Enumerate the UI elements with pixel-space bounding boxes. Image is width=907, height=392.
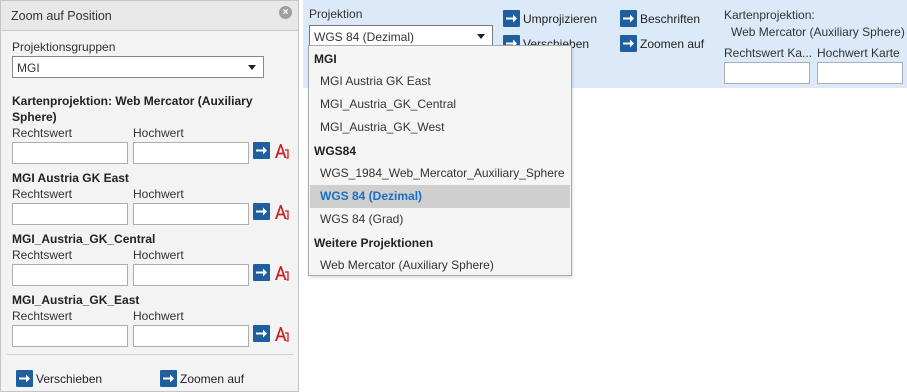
arrow-right-icon (620, 35, 637, 52)
section-title-mgi-gk-east-2: MGI_Austria_GK_East (12, 293, 140, 307)
rechtswert-label: Rechtswert (12, 248, 73, 262)
map-projection-value: Web Mercator (Auxiliary Sphere) (731, 25, 905, 39)
hochwert-karte-label: Hochwert Karte (817, 46, 900, 60)
dropdown-option[interactable]: MGI_Austria_GK_West (310, 116, 570, 139)
move-button[interactable]: Verschieben (16, 370, 116, 388)
zoom-to-button-label: Zoomen auf (180, 372, 245, 386)
rechtswert-input[interactable] (12, 325, 128, 347)
label-icon[interactable] (273, 142, 291, 160)
projection-groups-value: MGI (17, 61, 40, 75)
projection-select[interactable]: WGS 84 (Dezimal) (309, 25, 493, 47)
arrow-right-icon (620, 10, 637, 27)
dropdown-option[interactable]: MGI Austria GK East (310, 70, 570, 93)
zoom-to-button[interactable]: Zoomen auf (620, 35, 710, 53)
divider (7, 354, 293, 355)
section-title-web-mercator-cont: Sphere) (12, 110, 57, 124)
label-button[interactable]: Beschriften (620, 10, 710, 28)
dropdown-option[interactable]: WGS_1984_Web_Mercator_Auxiliary_Sphere (310, 162, 570, 185)
arrow-right-icon (503, 10, 520, 27)
hochwert-label: Hochwert (133, 126, 184, 140)
projection-dropdown-list: MGI MGI Austria GK East MGI_Austria_GK_C… (308, 45, 572, 276)
zoom-to-button[interactable]: Zoomen auf (160, 370, 260, 388)
label-icon[interactable] (273, 325, 291, 343)
move-button-label: Verschieben (36, 372, 103, 386)
rechtswert-input[interactable] (12, 142, 128, 164)
hochwert-input[interactable] (133, 264, 249, 286)
rechtswert-karte-input[interactable] (724, 62, 810, 84)
dropdown-option[interactable]: WGS 84 (Grad) (310, 208, 570, 231)
hochwert-label: Hochwert (133, 309, 184, 323)
label-button-label: Beschriften (640, 12, 701, 26)
projection-label: Projektion (309, 7, 363, 21)
reproject-button-label: Umprojizieren (523, 12, 598, 26)
hochwert-karte-input[interactable] (817, 62, 903, 84)
hochwert-input[interactable] (133, 142, 249, 164)
section-title-mgi-gk-east: MGI Austria GK East (12, 171, 129, 185)
dropdown-group-mgi: MGI (314, 52, 337, 66)
rechtswert-label: Rechtswert (12, 187, 73, 201)
panel-title: Zoom auf Position (11, 9, 112, 23)
projection-groups-select[interactable]: MGI (12, 56, 264, 78)
arrow-right-icon[interactable] (253, 325, 270, 342)
dropdown-option[interactable]: MGI_Austria_GK_Central (310, 93, 570, 116)
rechtswert-input[interactable] (12, 264, 128, 286)
dropdown-group-wgs84: WGS84 (314, 144, 357, 158)
rechtswert-label: Rechtswert (12, 126, 73, 140)
zoom-to-position-panel: Zoom auf Position × Projektionsgruppen M… (0, 0, 299, 392)
arrow-right-icon (16, 370, 33, 387)
projection-value: WGS 84 (Dezimal) (314, 30, 415, 44)
chevron-down-icon (248, 65, 256, 70)
panel-header: Zoom auf Position × (1, 1, 298, 31)
hochwert-input[interactable] (133, 203, 249, 225)
hochwert-input[interactable] (133, 325, 249, 347)
dropdown-group-more: Weitere Projektionen (314, 236, 434, 250)
rechtswert-karte-label: Rechtswert Ka... (724, 46, 813, 60)
zoom-to-button-label: Zoomen auf (640, 37, 705, 51)
arrow-right-icon[interactable] (253, 203, 270, 220)
reproject-button[interactable]: Umprojizieren (503, 10, 613, 28)
arrow-right-icon[interactable] (253, 264, 270, 281)
hochwert-label: Hochwert (133, 248, 184, 262)
section-title-web-mercator: Kartenprojektion: Web Mercator (Auxiliar… (12, 94, 253, 108)
arrow-right-icon[interactable] (253, 142, 270, 159)
map-projection-label: Kartenprojektion: (724, 8, 815, 22)
section-title-mgi-gk-central: MGI_Austria_GK_Central (12, 232, 156, 246)
label-icon[interactable] (273, 203, 291, 221)
hochwert-label: Hochwert (133, 187, 184, 201)
arrow-right-icon (160, 370, 177, 387)
chevron-down-icon (477, 34, 485, 39)
rechtswert-label: Rechtswert (12, 309, 73, 323)
dropdown-option[interactable]: Web Mercator (Auxiliary Sphere) (310, 254, 570, 277)
close-icon[interactable]: × (279, 6, 292, 19)
projection-groups-label: Projektionsgruppen (12, 40, 116, 54)
label-icon[interactable] (273, 264, 291, 282)
rechtswert-input[interactable] (12, 203, 128, 225)
dropdown-option-selected[interactable]: WGS 84 (Dezimal) (310, 185, 570, 208)
